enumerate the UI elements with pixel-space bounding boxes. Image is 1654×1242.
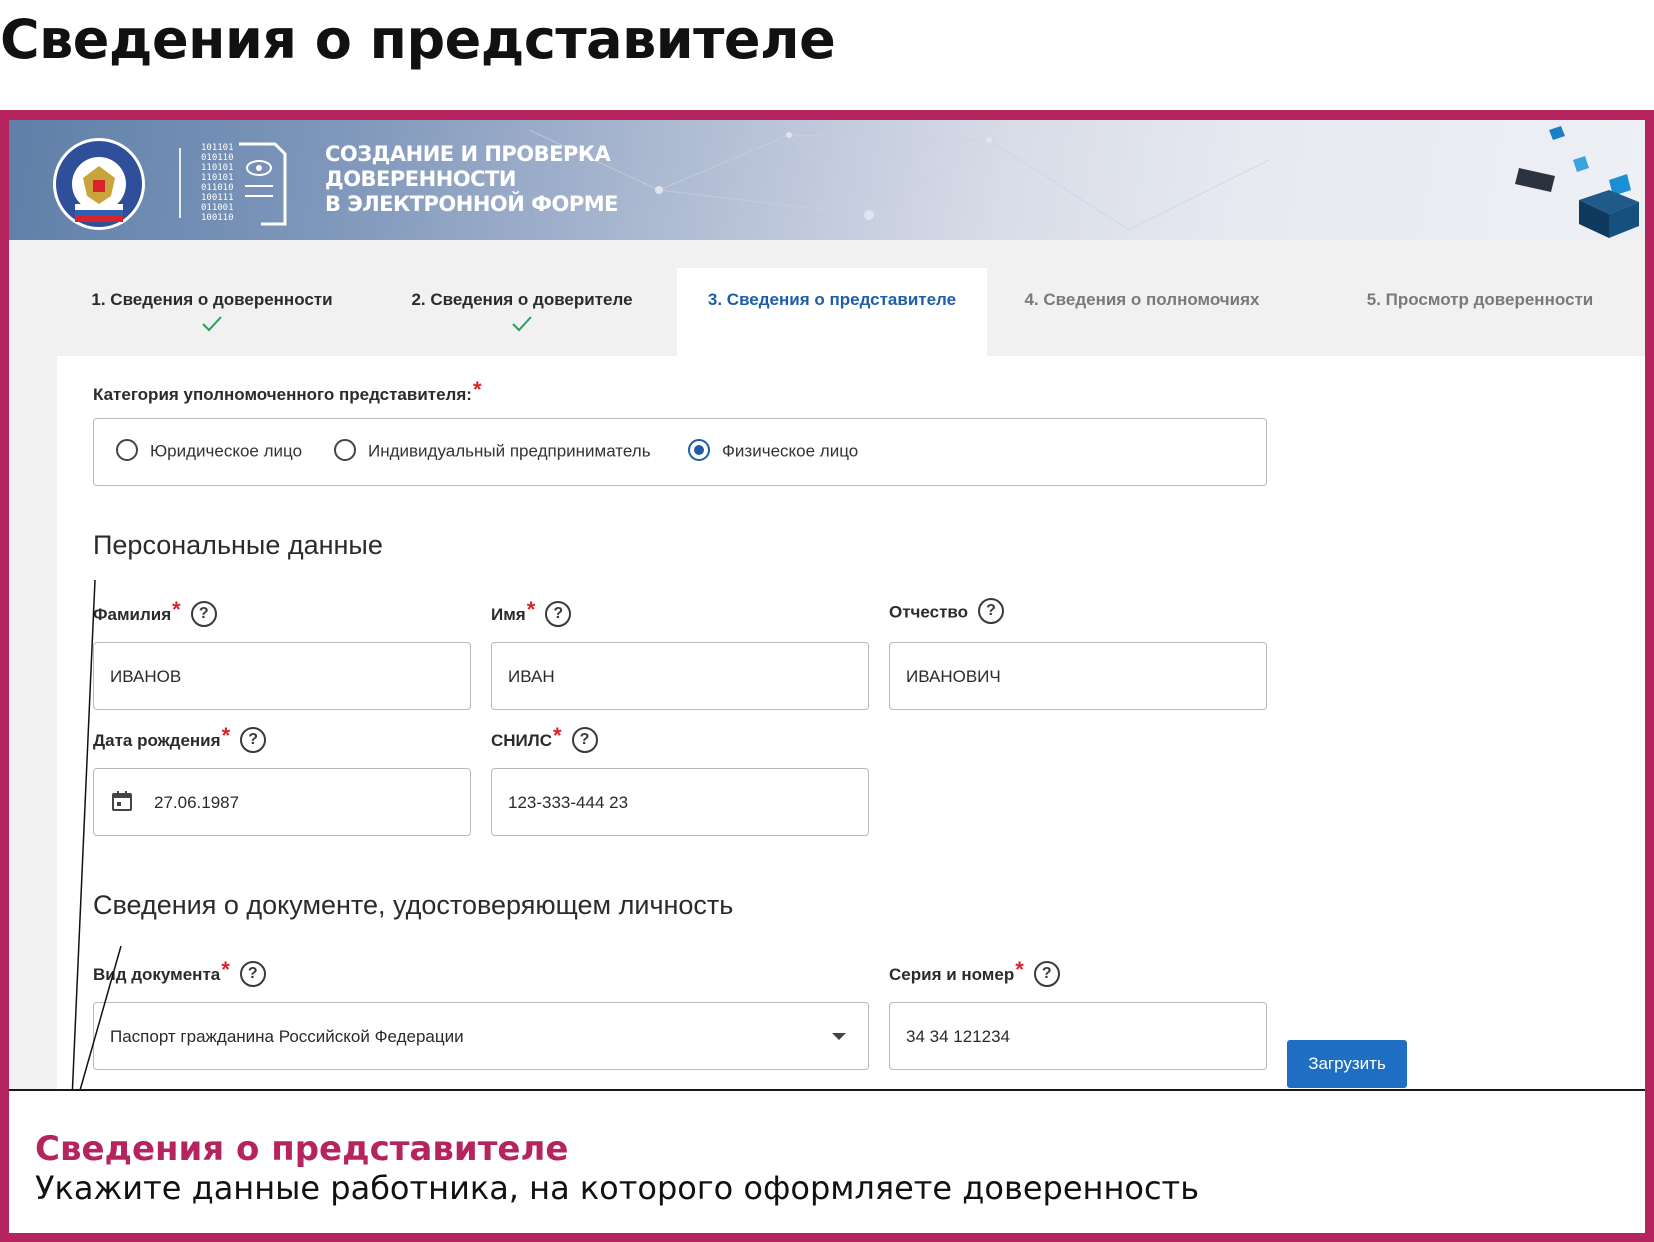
required-mark: * bbox=[221, 957, 230, 982]
svg-text:011001: 011001 bbox=[201, 203, 234, 213]
help-icon[interactable]: ? bbox=[239, 960, 266, 987]
form-content: Категория уполномоченного представителя:… bbox=[57, 356, 1645, 1206]
document-type-select[interactable]: Паспорт гражданина Российской Федерации bbox=[93, 1002, 869, 1070]
help-icon[interactable]: ? bbox=[240, 726, 267, 753]
svg-text:100110: 100110 bbox=[201, 213, 234, 223]
surname-field[interactable]: ИВАНОВ bbox=[93, 642, 471, 710]
required-mark: * bbox=[526, 597, 536, 622]
snils-field[interactable]: 123-333-444 23 bbox=[491, 768, 869, 836]
calendar-icon[interactable] bbox=[110, 789, 134, 813]
category-label: Категория уполномоченного представителя:… bbox=[93, 377, 482, 404]
name-label: Имя*? bbox=[491, 597, 572, 629]
check-icon bbox=[202, 316, 222, 332]
personal-data-heading: Персональные данные bbox=[93, 530, 383, 560]
tab-representative-info[interactable]: 3. Сведения о представителе bbox=[677, 268, 987, 356]
svg-text:110101: 110101 bbox=[201, 163, 234, 173]
patronymic-field[interactable]: ИВАНОВИЧ bbox=[889, 642, 1267, 710]
document-type-label: Вид документа*? bbox=[93, 957, 266, 989]
cubes-illustration bbox=[1515, 126, 1639, 238]
screenshot-frame: 101101 010110 110101 110101 011010 10011… bbox=[0, 110, 1654, 1242]
radio-legal-entity[interactable]: Юридическое лицо bbox=[116, 439, 302, 463]
svg-text:011010: 011010 bbox=[201, 183, 234, 193]
help-icon[interactable]: ? bbox=[190, 600, 217, 627]
logo-divider bbox=[179, 148, 181, 218]
help-icon[interactable]: ? bbox=[545, 600, 572, 627]
series-number-field[interactable]: 34 34 121234 bbox=[889, 1002, 1267, 1070]
svg-text:010110: 010110 bbox=[201, 153, 234, 163]
category-radio-group: Юридическое лицо Индивидуальный предприн… bbox=[93, 418, 1267, 486]
site-banner: 101101 010110 110101 110101 011010 10011… bbox=[9, 120, 1645, 240]
birth-date-field[interactable]: 27.06.1987 bbox=[93, 768, 471, 836]
svg-text:100111: 100111 bbox=[201, 193, 234, 203]
tab-attorney-info[interactable]: 1. Сведения о доверенности bbox=[57, 268, 367, 356]
series-number-label: Серия и номер*? bbox=[889, 957, 1060, 989]
required-mark: * bbox=[172, 597, 181, 622]
help-icon[interactable]: ? bbox=[1033, 960, 1060, 987]
tab-preview[interactable]: 5. Просмотр доверенности bbox=[1297, 268, 1645, 356]
banner-title: Создание и проверка доверенности в элект… bbox=[325, 142, 618, 216]
page-title: Сведения о представителе bbox=[0, 8, 836, 71]
tab-principal-info[interactable]: 2. Сведения о доверителе bbox=[367, 268, 677, 356]
callout-box: Сведения о представителе Укажите данные … bbox=[9, 1089, 1645, 1233]
document-binary-icon: 101101 010110 110101 110101 011010 10011… bbox=[201, 142, 287, 226]
callout-title: Сведения о представителе bbox=[35, 1129, 569, 1169]
required-mark: * bbox=[552, 723, 562, 748]
required-mark: * bbox=[472, 377, 482, 402]
snils-label: СНИЛС*? bbox=[491, 723, 598, 755]
required-mark: * bbox=[1015, 957, 1024, 982]
radio-button[interactable] bbox=[116, 439, 138, 461]
help-icon[interactable]: ? bbox=[571, 726, 598, 753]
fns-emblem-logo bbox=[53, 138, 145, 230]
check-icon bbox=[512, 316, 532, 332]
callout-text: Укажите данные работника, на которого оф… bbox=[35, 1169, 1200, 1207]
wizard-tabs: 1. Сведения о доверенности 2. Сведения о… bbox=[57, 268, 1645, 356]
required-mark: * bbox=[221, 723, 231, 748]
upload-button[interactable]: Загрузить bbox=[1287, 1040, 1407, 1088]
tab-powers-info[interactable]: 4. Сведения о полномочиях bbox=[987, 268, 1297, 356]
radio-button[interactable] bbox=[334, 439, 356, 461]
surname-label: Фамилия*? bbox=[93, 597, 217, 629]
help-icon[interactable]: ? bbox=[978, 598, 1005, 624]
chevron-down-icon[interactable] bbox=[832, 1033, 846, 1040]
radio-button-selected[interactable] bbox=[688, 439, 710, 461]
name-field[interactable]: ИВАН bbox=[491, 642, 869, 710]
birth-date-label: Дата рождения*? bbox=[93, 723, 267, 755]
svg-text:101101: 101101 bbox=[201, 143, 234, 153]
radio-individual[interactable]: Физическое лицо bbox=[688, 439, 858, 463]
radio-entrepreneur[interactable]: Индивидуальный предприниматель bbox=[334, 439, 651, 463]
identity-document-heading: Сведения о документе, удостоверяющем лич… bbox=[93, 890, 734, 920]
svg-text:110101: 110101 bbox=[201, 173, 234, 183]
patronymic-label: Отчество? bbox=[889, 598, 1005, 626]
